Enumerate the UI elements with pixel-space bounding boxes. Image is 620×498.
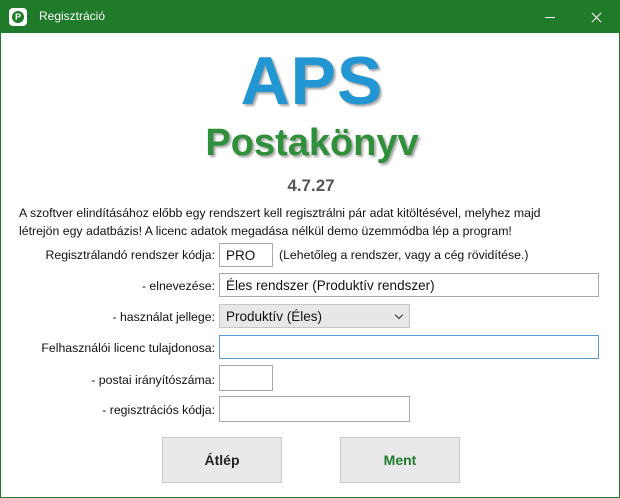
system-code-input[interactable]: PRO [219, 243, 273, 267]
version-label: 4.7.27 [287, 176, 335, 195]
system-code-hint: (Lehetőleg a rendszer, vagy a cég rövidí… [279, 248, 529, 262]
license-owner-label: Felhasználói licenc tulajdonosa: [41, 341, 215, 355]
system-name-input[interactable]: Éles rendszer (Produktív rendszer) [219, 273, 599, 297]
usage-type-label: - használat jellege: [112, 310, 215, 324]
window-title: Regisztráció [39, 9, 106, 23]
close-icon[interactable] [573, 1, 619, 33]
license-owner-input[interactable] [219, 335, 599, 359]
intro-text-line-1: A szoftver elindításához előbb egy rends… [19, 206, 541, 220]
aps-logo-text: APS [240, 43, 384, 119]
usage-type-select[interactable]: Produktív (Éles) [219, 304, 410, 328]
postakonyv-logo-text: Postakönyv [205, 122, 419, 164]
chevron-down-icon [394, 310, 404, 320]
registration-code-label: - regisztrációs kódja: [102, 403, 215, 417]
app-p-icon: P [9, 8, 27, 26]
postal-code-input[interactable] [219, 365, 273, 391]
usage-type-value: Produktív (Éles) [226, 309, 323, 324]
registration-code-input[interactable] [219, 396, 410, 422]
postal-code-label: - postai irányítószáma: [91, 373, 215, 387]
registration-window: P Regisztráció APS Postakönyv 4.7.27 A s… [0, 0, 620, 498]
title-bar: P Regisztráció [1, 1, 619, 33]
intro-text-line-2: létrejön egy adatbázis! A licenc adatok … [19, 224, 512, 238]
skip-button[interactable]: Átlép [162, 437, 282, 483]
save-button[interactable]: Ment [340, 437, 460, 483]
minimize-icon[interactable] [527, 1, 573, 33]
system-name-label: - elnevezése: [141, 279, 215, 293]
system-code-label: Regisztrálandó rendszer kódja: [45, 248, 215, 262]
